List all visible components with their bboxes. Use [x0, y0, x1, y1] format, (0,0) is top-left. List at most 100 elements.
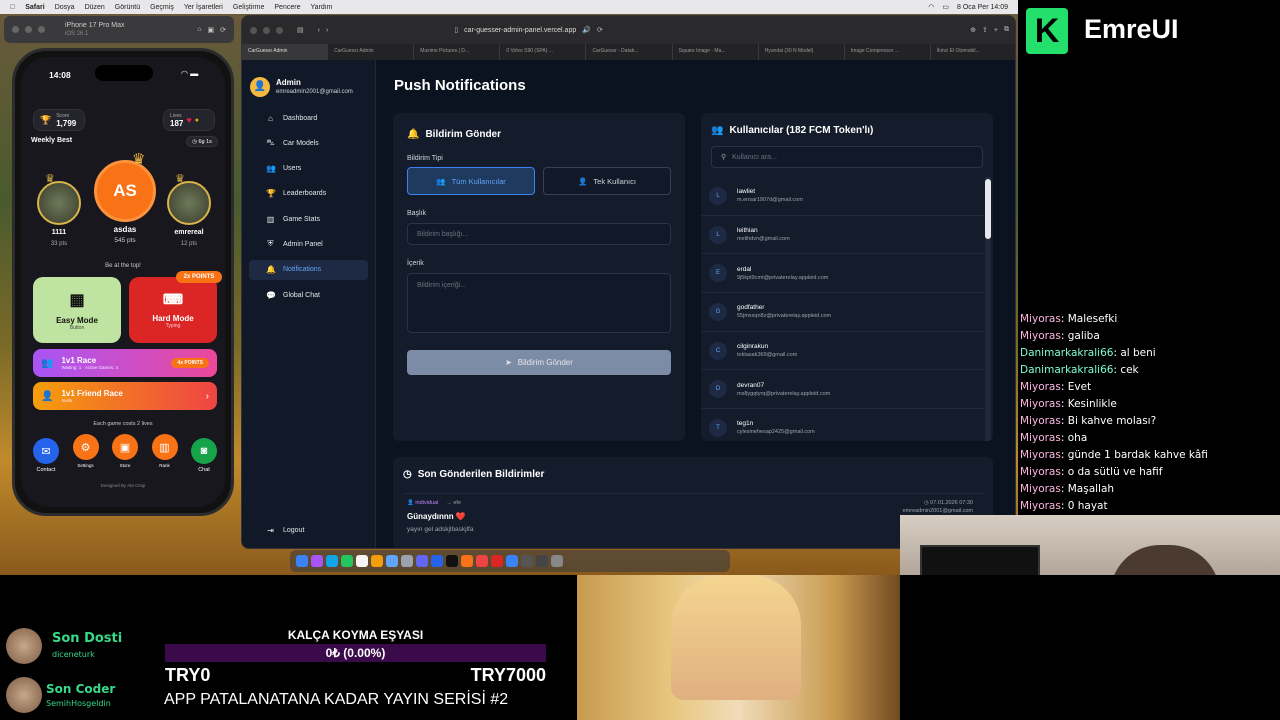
close-dot-icon[interactable]	[12, 26, 19, 33]
xcode-icon[interactable]	[461, 555, 473, 567]
close-dot-icon[interactable]	[250, 26, 257, 34]
title-input[interactable]: Bildirim başlığı...	[407, 223, 671, 245]
zoom-dot-icon[interactable]	[38, 26, 45, 33]
url-field[interactable]: car-guesser-admin-panel.vercel.app	[464, 27, 576, 34]
send-notification-button[interactable]: ➤ Bildirim Gönder	[407, 350, 671, 375]
rotate-icon[interactable]: ⟳	[220, 26, 226, 34]
browser-tab[interactable]: CarGuessr Admin	[242, 44, 329, 60]
user-name: cilginrakun	[737, 343, 769, 351]
browser-tab[interactable]: Hyundai (30 N Model)	[759, 44, 845, 60]
podium-avatar-1[interactable]: AS	[94, 160, 156, 222]
menu-gelistirme[interactable]: Geliştirme	[233, 4, 265, 11]
nav-rank[interactable]: ▥ Rank	[151, 434, 178, 474]
menu-pencere[interactable]: Pencere	[274, 4, 300, 11]
user-row[interactable]: Ggodfather 55jmxsqn8z@privaterelay.applei…	[701, 293, 985, 332]
forward-icon[interactable]: ›	[326, 27, 328, 34]
user-row[interactable]: Tteg1n cylesinehesap2425@gmail.com	[701, 409, 985, 441]
user-row[interactable]: Llawliet m.ensar1907d@gmail.com	[701, 177, 985, 216]
terminal-icon[interactable]	[446, 555, 458, 567]
notification-item[interactable]: 👤 individual → efe ◷ 07.01.2026 07:30 em…	[403, 493, 983, 548]
finder-icon[interactable]	[296, 555, 308, 567]
browser-tab[interactable]: CarGuessr Admin	[328, 44, 415, 60]
user-row[interactable]: Eerdal 9j5kpt9cmt@privaterelay.appleid.co…	[701, 254, 985, 294]
sidebar-item-leaderboards[interactable]: 🏆 Leaderboards	[249, 184, 368, 204]
race-button[interactable]: 👥 1v1 Race Waiting: 1 · Active Games: 4 …	[33, 349, 217, 377]
opera-icon[interactable]	[491, 555, 503, 567]
new-tab-icon[interactable]: +	[994, 27, 998, 34]
browser-tab[interactable]: 0 Volvo S90 (SPA) ...	[500, 44, 587, 60]
browser-tab[interactable]: Maxime Pictures | D...	[414, 44, 501, 60]
sidebar-item-notifications[interactable]: 🔔 Notifications	[249, 259, 368, 280]
podium-avatar-2[interactable]	[37, 181, 81, 225]
user-search-input[interactable]: ⚲ Kullanıcı ara...	[711, 146, 983, 168]
browser-tab[interactable]: CarGuessr - Datab...	[586, 44, 673, 60]
app-store-icon[interactable]	[386, 555, 398, 567]
user-row[interactable]: Lleithian melihdvn@gmail.com	[701, 216, 985, 255]
menu-yer-isaretleri[interactable]: Yer İşaretleri	[184, 4, 223, 11]
apple-icon[interactable]: 	[10, 4, 15, 11]
messages-icon[interactable]	[341, 555, 353, 567]
friend-race-button[interactable]: 👤 1v1 Friend Race Invite ›	[33, 382, 217, 410]
sidebar-toggle-icon[interactable]: ▤	[297, 26, 304, 34]
menu-goruntu[interactable]: Görüntü	[115, 4, 140, 11]
screenshot-icon[interactable]: ▣	[208, 26, 215, 34]
wifi-icon[interactable]: ◠	[928, 3, 934, 11]
browser-tab[interactable]: Image Compressor ...	[845, 44, 931, 60]
vscode-icon[interactable]	[431, 555, 443, 567]
obs-icon[interactable]	[521, 555, 533, 567]
user-row[interactable]: Ddevran07 ms8ygqtyrq@privaterelay.appleid…	[701, 370, 985, 410]
browser-tab[interactable]: Square Image - Ma...	[673, 44, 759, 60]
browser-tab[interactable]: İkinci El Otomobil...	[931, 44, 1015, 60]
chat-user: Miyoras	[1020, 313, 1061, 325]
safari-window: ▤ ‹ › ▯ car-guesser-admin-panel.vercel.a…	[241, 15, 1016, 549]
all-users-toggle[interactable]: 👥 Tüm Kullanıcılar	[407, 167, 535, 195]
settings-icon[interactable]	[401, 555, 413, 567]
sidebar-item-global-chat[interactable]: 💬 Global Chat	[249, 285, 368, 305]
logout-button[interactable]: ⇥ Logout	[249, 520, 369, 540]
battery-icon[interactable]: ▭	[942, 3, 949, 11]
launchpad-icon[interactable]	[311, 555, 323, 567]
sidebar-item-game-stats[interactable]: ▥ Game Stats	[249, 209, 368, 229]
hard-mode-button[interactable]: ⌨ Hard Mode Typing	[129, 277, 217, 343]
user-list-scrollbar[interactable]	[985, 177, 991, 441]
discord-icon[interactable]	[416, 555, 428, 567]
chrome-icon[interactable]	[476, 555, 488, 567]
home-icon[interactable]: ⌂	[197, 26, 201, 33]
podium-avatar-3[interactable]	[167, 181, 211, 225]
sidebar-item-car-models[interactable]: ⛍ Car Models	[249, 133, 368, 153]
sidebar-item-admin-panel[interactable]: ⛨ Admin Panel	[249, 234, 368, 254]
sidebar-item-dashboard[interactable]: ⌂ Dashboard	[249, 108, 368, 128]
single-user-toggle[interactable]: 👤 Tek Kullanıcı	[543, 167, 671, 195]
nav-store[interactable]: ▣ Store	[112, 434, 138, 474]
tab-overview-icon[interactable]: ⧉	[1004, 26, 1009, 34]
minimize-dot-icon[interactable]	[263, 26, 270, 34]
user-row[interactable]: Ccilginrakun toktasak369@gmail.com	[701, 332, 985, 371]
menu-duzen[interactable]: Düzen	[85, 4, 105, 11]
reload-icon[interactable]: ⟳	[597, 26, 603, 34]
nav-settings[interactable]: ⚙ Settings	[72, 434, 99, 474]
zoom-dot-icon[interactable]	[276, 26, 283, 34]
back-icon[interactable]: ‹	[318, 27, 320, 34]
sidebar-item-users[interactable]: 👥 Users	[249, 159, 368, 179]
menubar-clock[interactable]: 8 Oca Per 14:09	[957, 4, 1008, 11]
simulator-icon[interactable]	[506, 555, 518, 567]
last-coder-avatar	[6, 677, 42, 713]
menu-safari[interactable]: Safari	[25, 4, 44, 11]
notes-icon[interactable]	[356, 555, 368, 567]
photos-icon[interactable]	[371, 555, 383, 567]
easy-mode-button[interactable]: ▦ Easy Mode Button	[33, 277, 121, 343]
audio-icon[interactable]: 🔊	[582, 26, 591, 34]
add-lives-icon[interactable]: ●	[195, 117, 199, 124]
minimize-dot-icon[interactable]	[25, 26, 32, 33]
nav-chat[interactable]: ◙ Chat	[191, 438, 217, 474]
safari-icon[interactable]	[326, 555, 338, 567]
trash-icon[interactable]	[551, 555, 563, 567]
download-icon[interactable]: ⊕	[970, 26, 976, 34]
content-textarea[interactable]: Bildirim içeriği...	[407, 273, 671, 333]
menu-gecmis[interactable]: Geçmiş	[150, 4, 174, 11]
preview-icon[interactable]	[536, 555, 548, 567]
menu-dosya[interactable]: Dosya	[55, 4, 75, 11]
nav-contact[interactable]: ✉ Contact	[33, 438, 59, 474]
menu-yardim[interactable]: Yardım	[310, 4, 332, 11]
share-icon[interactable]: ⇪	[982, 26, 988, 34]
